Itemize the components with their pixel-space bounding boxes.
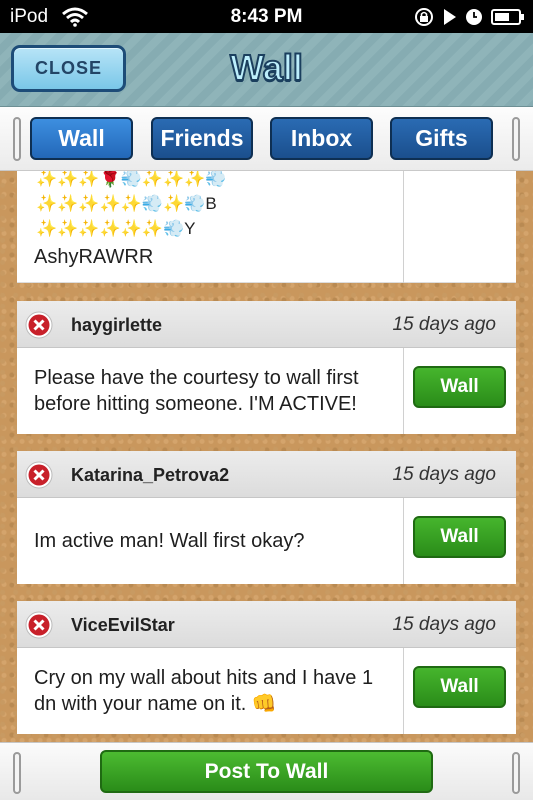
post-timestamp: 15 days ago [392, 614, 496, 635]
status-indicators [413, 7, 525, 27]
wall-post-partial: ✨✨✨🌹💨✨✨✨💨 ✨✨✨✨✨💨✨💨B ✨✨✨✨✨✨💨Y AshyRAWRR [17, 171, 516, 283]
wall-post: ViceEvilStar 15 days ago Cry on my wall … [17, 601, 516, 734]
binder-ring-right [512, 752, 520, 794]
binder-ring-left [13, 752, 21, 794]
post-to-wall-button[interactable]: Post To Wall [100, 750, 433, 793]
wall-feed[interactable]: ✨✨✨🌹💨✨✨✨💨 ✨✨✨✨✨💨✨💨B ✨✨✨✨✨✨💨Y AshyRAWRR h… [0, 171, 533, 742]
post-author[interactable]: ViceEvilStar [71, 615, 175, 636]
card-divider [403, 648, 404, 734]
battery-icon [491, 9, 524, 25]
post-body: Im active man! Wall first okay? Wall [17, 498, 516, 584]
tab-gifts[interactable]: Gifts [390, 117, 493, 160]
binder-ring-right [512, 117, 520, 161]
card-divider [403, 171, 404, 283]
tab-wall[interactable]: Wall [30, 117, 133, 160]
post-message: Please have the courtesy to wall first b… [34, 367, 359, 415]
sparkle-line-3-letter: Y [184, 219, 196, 238]
post-header: ViceEvilStar 15 days ago [17, 601, 516, 648]
post-author[interactable]: haygirlette [71, 315, 162, 336]
wall-back-button[interactable]: Wall [413, 516, 506, 558]
wall-post: Katarina_Petrova2 15 days ago Im active … [17, 451, 516, 584]
post-message: Cry on my wall about hits and I have 1 d… [34, 667, 374, 715]
post-body: Please have the courtesy to wall first b… [17, 348, 516, 434]
post-header: haygirlette 15 days ago [17, 301, 516, 348]
delete-icon[interactable] [25, 461, 53, 489]
tab-inbox[interactable]: Inbox [270, 117, 373, 160]
post-timestamp: 15 days ago [392, 464, 496, 485]
wall-back-button[interactable]: Wall [413, 666, 506, 708]
card-divider [403, 348, 404, 434]
tab-friends[interactable]: Friends [151, 117, 253, 160]
sparkle-line-2-letter: B [205, 194, 217, 213]
rotation-lock-icon [415, 8, 433, 26]
card-divider [403, 498, 404, 584]
post-author[interactable]: Katarina_Petrova2 [71, 465, 229, 486]
bottom-bar: Post To Wall [0, 742, 533, 800]
post-header: Katarina_Petrova2 15 days ago [17, 451, 516, 498]
delete-icon[interactable] [25, 311, 53, 339]
tab-bar: Wall Friends Inbox Gifts [0, 107, 533, 171]
wall-post: haygirlette 15 days ago Please have the … [17, 301, 516, 434]
post-body: Cry on my wall about hits and I have 1 d… [17, 648, 516, 734]
post-timestamp: 15 days ago [392, 314, 496, 335]
page-title: Wall [229, 46, 304, 89]
nav-header: CLOSE Wall [0, 33, 533, 107]
post-message: ✨✨✨🌹💨✨✨✨💨 ✨✨✨✨✨💨✨💨B ✨✨✨✨✨✨💨Y [36, 171, 396, 241]
alarm-icon [466, 9, 482, 25]
sparkle-line-3: ✨✨✨✨✨✨💨Y [36, 216, 396, 241]
status-bar: iPod 8:43 PM [0, 0, 533, 33]
delete-icon[interactable] [25, 611, 53, 639]
sparkle-line-2: ✨✨✨✨✨💨✨💨B [36, 191, 396, 216]
sparkle-line-3-emoji: ✨✨✨✨✨✨💨 [36, 219, 185, 238]
post-signature: AshyRAWRR [34, 246, 154, 268]
sparkle-line-2-emoji: ✨✨✨✨✨💨✨💨 [36, 194, 206, 213]
wall-back-button[interactable]: Wall [413, 366, 506, 408]
binder-ring-left [13, 117, 21, 161]
post-message: Im active man! Wall first okay? [34, 530, 305, 552]
sparkle-line-1: ✨✨✨🌹💨✨✨✨💨 [36, 171, 227, 188]
play-icon [444, 9, 456, 25]
